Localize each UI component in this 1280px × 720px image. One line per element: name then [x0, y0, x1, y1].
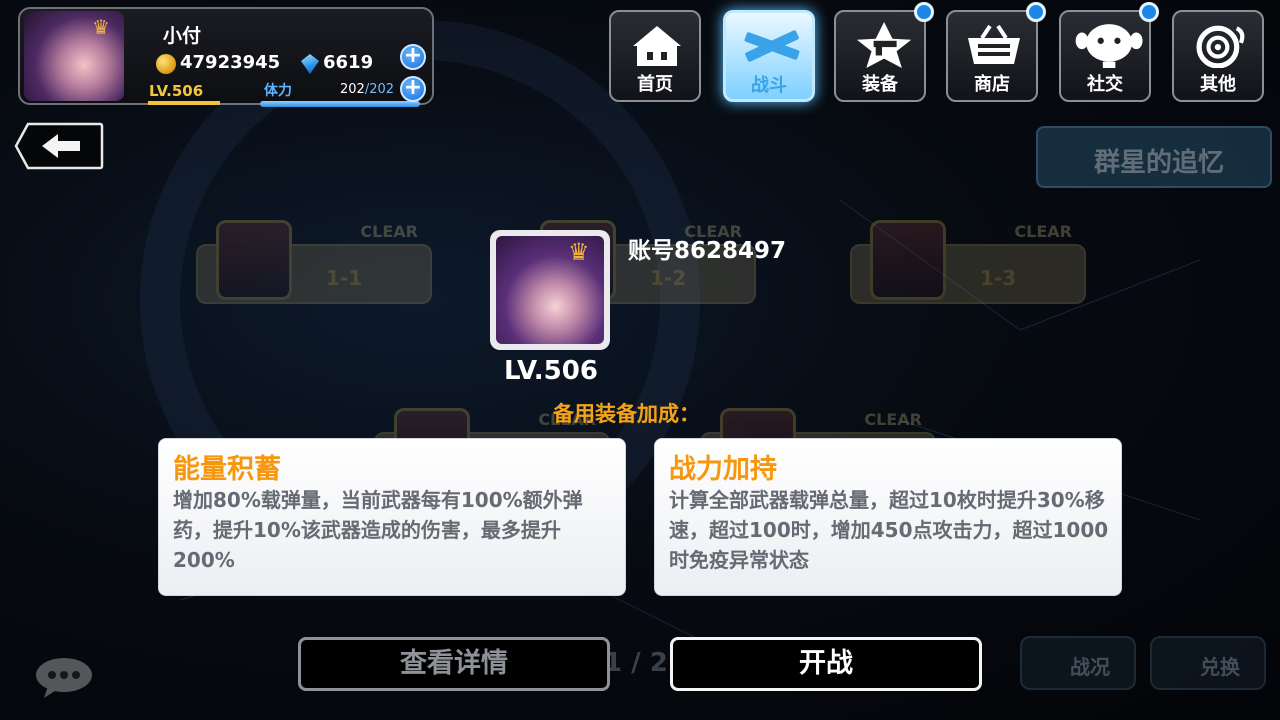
battle-status-button: 战况 [1020, 636, 1136, 690]
bonus-card-power: 战力加持 计算全部武器载弹总量，超过10枚时提升30%移速，超过100时，增加4… [654, 438, 1122, 596]
nav-other-label: 其他 [1200, 74, 1236, 95]
crossed-guns-icon [744, 30, 800, 62]
stage-node-label: 1-3 [980, 266, 1017, 290]
nav-shop[interactable]: 商店 [946, 2, 1046, 102]
nav-battle-label: 战斗 [751, 75, 787, 96]
popup-level: LV.506 [504, 356, 598, 386]
nav-social[interactable]: 社交 [1059, 2, 1159, 102]
clear-label: CLEAR [1014, 222, 1072, 241]
crown-icon: ♛ [568, 238, 590, 266]
clear-label: CLEAR [360, 222, 418, 241]
stage-node: CLEAR 1-3 [850, 220, 1086, 304]
bonus-card-title: 能量积蓄 [173, 454, 281, 485]
game-screen: 群星的追忆 CLEAR 1-1 CLEAR 1-2 CLEAR 1-3 CLEA… [0, 0, 1280, 720]
add-stamina-button[interactable]: + [400, 76, 426, 102]
player-avatar[interactable]: ♛ [24, 11, 124, 101]
player-panel: ♛ 小付 47923945 6619 + LV.506 体力 202/202 + [18, 7, 434, 107]
stamina-max: /202 [364, 82, 395, 97]
notification-dot [1026, 2, 1046, 22]
nav-battle[interactable]: 战斗 [723, 10, 815, 102]
stage-name-badge: 群星的追忆 [1036, 126, 1272, 188]
nav-shop-label: 商店 [974, 74, 1010, 95]
ghost-face-icon [1075, 24, 1143, 68]
basket-icon [968, 24, 1020, 64]
nav-social-label: 社交 [1087, 74, 1123, 95]
bonus-card-title: 战力加持 [669, 454, 777, 485]
back-button[interactable] [14, 122, 104, 170]
stage-node: CLEAR 1-1 [196, 220, 432, 304]
exchange-button: 兑换 [1150, 636, 1266, 690]
account-id: 账号8628497 [628, 238, 787, 264]
exchange-label: 兑换 [1200, 655, 1240, 679]
spiral-icon [1196, 25, 1245, 68]
start-battle-button[interactable]: 开战 [670, 637, 982, 691]
clear-label: CLEAR [864, 410, 922, 429]
player-level: LV.506 [149, 82, 204, 100]
stamina-label: 体力 [264, 83, 292, 99]
backup-equipment-bonus-title: 备用装备加成： [553, 402, 700, 426]
nav-other[interactable]: 其他 [1172, 10, 1264, 102]
view-details-button[interactable]: 查看详情 [298, 637, 610, 691]
gold-amount: 47923945 [180, 52, 281, 73]
stamina-current: 202 [340, 82, 365, 97]
player-name: 小付 [163, 25, 202, 47]
bonus-card-description: 计算全部武器载弹总量，超过10枚时提升30%移速，超过100时，增加450点攻击… [669, 488, 1109, 572]
bonus-card-energy: 能量积蓄 增加80%载弹量，当前武器每有100%额外弹药，提升10%该武器造成的… [158, 438, 626, 596]
add-gems-button[interactable]: + [400, 44, 426, 70]
star-gun-icon [856, 22, 912, 68]
page-indicator: 1 / 2 [604, 648, 668, 678]
stage-node-label: 1-2 [650, 266, 687, 290]
gem-amount: 6619 [323, 52, 374, 73]
nav-home-label: 首页 [637, 74, 673, 95]
level-progress-bar [148, 101, 220, 105]
stage-node-label: 1-1 [326, 266, 363, 290]
stamina-bar [260, 101, 420, 107]
house-icon [633, 26, 681, 66]
gold-coin-icon [156, 54, 176, 74]
nav-equipment-label: 装备 [862, 74, 898, 95]
bonus-card-description: 增加80%载弹量，当前武器每有100%额外弹药，提升10%该武器造成的伤害，最多… [173, 488, 583, 572]
crown-icon: ♛ [92, 15, 110, 39]
stamina-value: 202/202 [340, 82, 394, 97]
notification-dot [914, 2, 934, 22]
stamina-bar-fill [260, 101, 420, 107]
nav-home[interactable]: 首页 [609, 10, 701, 102]
popup-player-avatar: ♛ [490, 230, 610, 350]
battle-status-label: 战况 [1070, 655, 1110, 679]
chat-bubble-icon [36, 658, 92, 698]
starfield-background [140, 20, 1201, 641]
diamond-icon [301, 54, 319, 74]
stage-name: 群星的追忆 [1094, 148, 1225, 178]
notification-dot [1139, 2, 1159, 22]
nav-equipment[interactable]: 装备 [834, 2, 934, 102]
